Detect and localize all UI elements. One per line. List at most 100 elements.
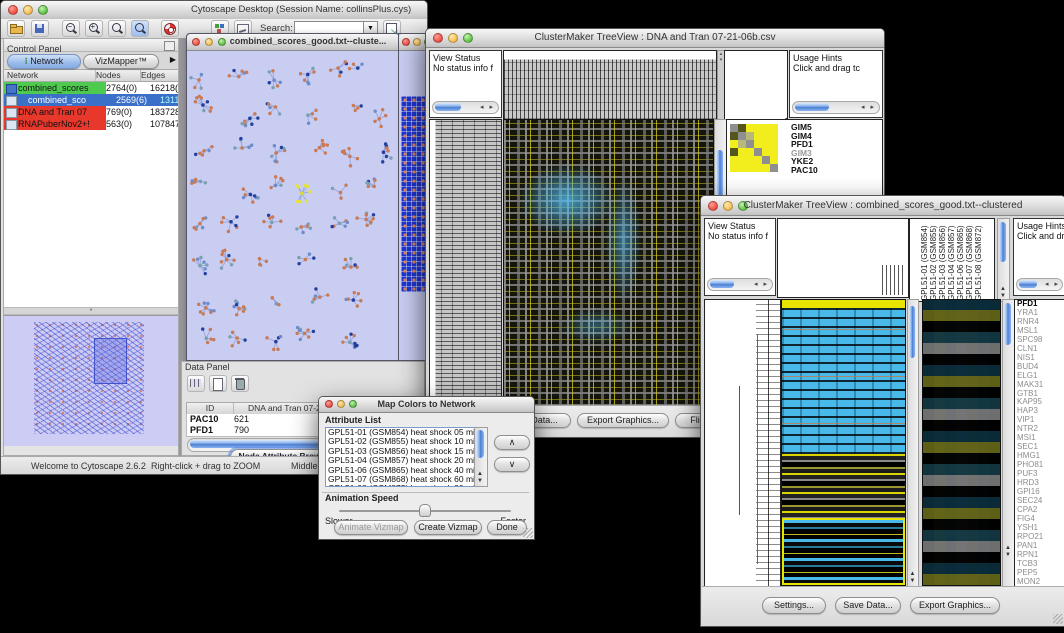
treeview2-titlebar[interactable]: ClusterMaker TreeView : combined_scores_… (701, 196, 1064, 216)
delete-attribute-icon[interactable] (231, 375, 249, 392)
col-header-edges[interactable]: Edges (141, 70, 178, 81)
col-header-network[interactable]: Network (4, 70, 96, 81)
matrix-cell[interactable] (746, 124, 754, 132)
matrix-cell[interactable] (762, 164, 770, 172)
network-list-row[interactable]: combined_scores2764(0)16218(0) (4, 82, 178, 94)
matrix-cell[interactable] (730, 156, 738, 164)
tv2-hints-hscrollbar[interactable]: ◂ ▸ (1016, 278, 1063, 291)
birdseye-view[interactable] (4, 315, 178, 446)
network-list-row[interactable]: RNAPuberNov2+!563(0)107847(0) (4, 118, 178, 130)
matrix-cell[interactable] (738, 164, 746, 172)
move-down-button[interactable]: ∨ (494, 457, 530, 472)
treeview1-titlebar[interactable]: ClusterMaker TreeView : DNA and Tran 07-… (426, 29, 884, 48)
matrix-cell[interactable] (730, 148, 738, 156)
tv2-global-heatmap[interactable] (781, 299, 906, 586)
birdseye-viewport-rect[interactable] (94, 338, 127, 384)
network-canvas-svg[interactable] (187, 51, 397, 359)
speed-slider-thumb[interactable] (419, 504, 431, 517)
matrix-cell[interactable] (738, 148, 746, 156)
help-lifering-icon[interactable] (161, 20, 179, 37)
tv1-status-hscrollbar[interactable]: ◂ ▸ (432, 101, 499, 114)
matrix-cell[interactable] (770, 140, 778, 148)
attribute-list-item[interactable]: GPL51-08 (GSM872) heat shock 80 min (328, 484, 476, 487)
matrix-cell[interactable] (754, 164, 762, 172)
network-list-row[interactable]: DNA and Tran 07769(0)183728(0) (4, 106, 178, 118)
tv1-row-dendrogram[interactable] (429, 119, 502, 407)
treeview2-resize-grip[interactable] (1053, 614, 1063, 624)
matrix-cell[interactable] (746, 132, 754, 140)
done-button[interactable]: Done (487, 520, 527, 535)
tv1-column-dendrogram[interactable] (503, 50, 717, 120)
matrix-cell[interactable] (730, 124, 738, 132)
tab-vizmapper[interactable]: VizMapper™ (83, 54, 159, 69)
zoom-fit-icon[interactable] (131, 20, 149, 37)
matrix-cell[interactable] (770, 124, 778, 132)
dialog-resize-grip[interactable] (523, 528, 533, 538)
matrix-cell[interactable] (738, 124, 746, 132)
dialog-titlebar[interactable]: Map Colors to Network (319, 397, 534, 413)
settings-button[interactable]: Settings... (762, 597, 826, 614)
tab-overflow-arrow[interactable]: ▶ (170, 55, 176, 64)
move-up-button[interactable]: ∧ (494, 435, 530, 450)
tv1-correlation-matrix[interactable] (730, 124, 778, 172)
tv2-global-vscrollbar[interactable]: ▲▼ (907, 299, 919, 588)
matrix-cell[interactable] (746, 140, 754, 148)
matrix-cell[interactable] (762, 124, 770, 132)
matrix-cell[interactable] (738, 132, 746, 140)
panel-splitter[interactable]: ● (4, 307, 178, 315)
matrix-cell[interactable] (730, 132, 738, 140)
tv1-global-heatmap[interactable] (503, 119, 714, 407)
animate-vizmap-button[interactable]: Animate Vizmap (334, 520, 408, 535)
tv2-zoom-heatmap[interactable] (922, 299, 1001, 586)
export-graphics-button[interactable]: Export Graphics... (910, 597, 1000, 614)
new-attribute-icon[interactable] (209, 375, 227, 392)
matrix-cell[interactable] (730, 140, 738, 148)
matrix-cell[interactable] (762, 156, 770, 164)
matrix-cell[interactable] (746, 148, 754, 156)
tv2-row-dendrogram[interactable] (704, 299, 781, 588)
table-view-icon[interactable] (187, 375, 205, 392)
save-session-icon[interactable] (31, 20, 49, 37)
tv2-status-hscrollbar[interactable]: ◂ ▸ (707, 278, 773, 291)
main-titlebar[interactable]: Cytoscape Desktop (Session Name: collins… (1, 1, 427, 20)
matrix-cell[interactable] (754, 132, 762, 140)
matrix-cell[interactable] (738, 156, 746, 164)
matrix-cell[interactable] (730, 164, 738, 172)
matrix-cell[interactable] (762, 148, 770, 156)
matrix-cell[interactable] (754, 140, 762, 148)
tv1-hints-hscrollbar[interactable]: ◂ ▸ (792, 101, 880, 114)
save-data-button[interactable]: Save Data... (835, 597, 901, 614)
network-list-row[interactable]: combined_sco2569(6)13112(15) (4, 94, 178, 106)
tab-network[interactable]: ⁝ Network (7, 54, 81, 69)
create-vizmap-button[interactable]: Create Vizmap (414, 520, 482, 535)
matrix-cell[interactable] (770, 148, 778, 156)
export-graphics-button[interactable]: Export Graphics... (577, 413, 669, 428)
matrix-cell[interactable] (770, 132, 778, 140)
matrix-cell[interactable] (754, 156, 762, 164)
tv2-labels-vscrollbar[interactable]: ▲▼ (997, 218, 1010, 302)
tv2-column-labels-panel[interactable]: GPL51-01 (GSM854)GPL51-02 (GSM855)GPL51-… (909, 218, 995, 302)
attribute-list-vscrollbar[interactable]: ▲▼ (474, 427, 488, 487)
matrix-cell[interactable] (738, 140, 746, 148)
open-session-icon[interactable] (7, 20, 25, 37)
data-col-id[interactable]: ID (187, 403, 234, 414)
tv2-column-dendrogram[interactable] (777, 218, 909, 298)
close-button[interactable] (402, 38, 410, 46)
matrix-cell[interactable] (746, 156, 754, 164)
dense-network-grid[interactable] (401, 96, 427, 292)
matrix-cell[interactable] (762, 132, 770, 140)
matrix-cell[interactable] (770, 156, 778, 164)
matrix-cell[interactable] (754, 124, 762, 132)
matrix-cell[interactable] (762, 140, 770, 148)
minimize-button[interactable] (413, 38, 421, 46)
zoom-in-icon[interactable]: + (85, 20, 103, 37)
col-header-nodes[interactable]: Nodes (96, 70, 141, 81)
zoom-out-icon[interactable]: − (62, 20, 80, 37)
zoom-selected-icon[interactable] (108, 20, 126, 37)
heatmap-selected-cluster[interactable] (782, 518, 905, 585)
float-panel-icon[interactable] (164, 41, 175, 51)
matrix-cell[interactable] (746, 164, 754, 172)
matrix-cell[interactable] (754, 148, 762, 156)
row-label[interactable]: PAC10 (791, 166, 818, 175)
matrix-cell[interactable] (770, 164, 778, 172)
